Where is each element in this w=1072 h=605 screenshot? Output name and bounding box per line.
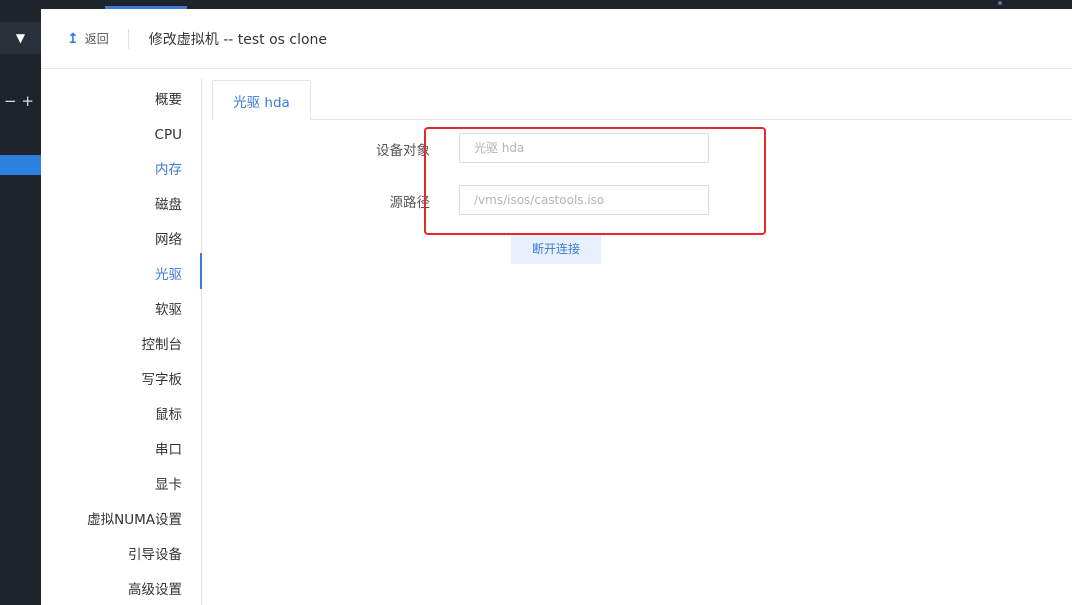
rail-active-item[interactable] <box>0 155 41 175</box>
tab-cdrom-hda[interactable]: 光驱 hda <box>212 80 311 121</box>
left-rail: ▼ − + <box>0 9 41 605</box>
sidenav-item-serial[interactable]: 串口 <box>155 440 182 460</box>
zoom-controls: − + <box>4 93 34 109</box>
sidenav-active-indicator <box>200 253 202 289</box>
device-label: 设备对象 <box>376 143 430 159</box>
sidenav-item-cdrom[interactable]: 光驱 <box>155 265 182 285</box>
back-button[interactable]: ↥ 返回 <box>67 30 109 47</box>
sidenav-item-summary[interactable]: 概要 <box>155 90 182 110</box>
sidenav-item-advanced[interactable]: 高级设置 <box>128 580 182 600</box>
caret-down-icon[interactable]: ▼ <box>0 22 41 54</box>
sidenav-item-mouse[interactable]: 鼠标 <box>155 405 182 425</box>
header-divider <box>127 28 129 49</box>
source-path-input[interactable] <box>459 185 709 215</box>
tab-strip: 光驱 hda <box>212 80 1072 121</box>
sidenav-item-memory[interactable]: 内存 <box>155 160 182 180</box>
sidenav-item-network[interactable]: 网络 <box>155 230 182 250</box>
settings-sidenav: 概要 CPU 内存 磁盘 网络 光驱 软驱 控制台 写字板 鼠标 串口 显卡 虚… <box>41 78 202 605</box>
status-dot <box>998 1 1002 5</box>
sidenav-item-floppy[interactable]: 软驱 <box>155 300 182 320</box>
page-title: 修改虚拟机 -- test os clone <box>148 31 328 48</box>
sidenav-item-numa[interactable]: 虚拟NUMA设置 <box>87 510 182 530</box>
source-path-label: 源路径 <box>389 195 431 211</box>
back-label: 返回 <box>84 32 109 46</box>
zoom-out-button[interactable]: − <box>4 93 17 109</box>
zoom-in-button[interactable]: + <box>21 93 34 109</box>
page-header: ↥ 返回 修改虚拟机 -- test os clone <box>41 9 1072 69</box>
disconnect-button[interactable]: 断开连接 <box>511 233 601 264</box>
sidenav-item-disk[interactable]: 磁盘 <box>155 195 182 215</box>
device-input[interactable] <box>459 133 709 163</box>
sidenav-item-boot[interactable]: 引导设备 <box>128 545 182 565</box>
sidenav-item-cpu[interactable]: CPU <box>155 125 182 145</box>
sidenav-item-graphics[interactable]: 显卡 <box>155 475 182 495</box>
sidenav-item-console[interactable]: 控制台 <box>142 335 183 355</box>
sidenav-item-tablet[interactable]: 写字板 <box>142 370 183 390</box>
top-bar <box>0 0 1072 9</box>
arrow-up-icon: ↥ <box>67 30 79 47</box>
